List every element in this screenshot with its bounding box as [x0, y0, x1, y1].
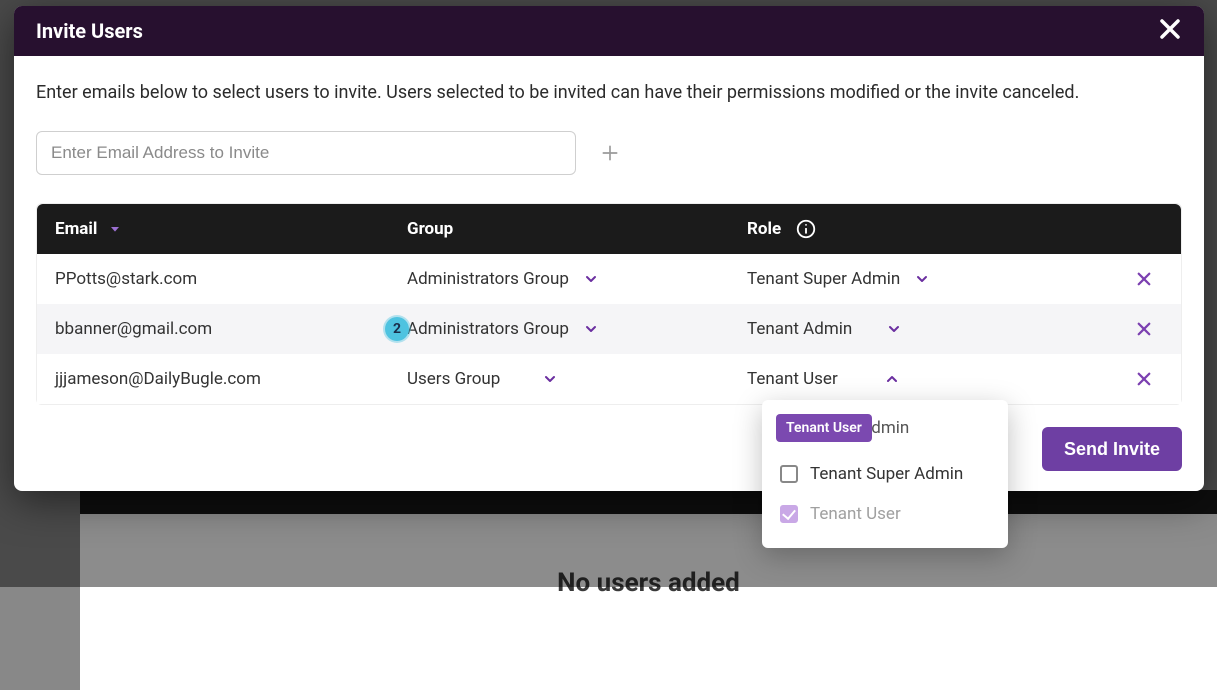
- header-group-label: Group: [407, 219, 453, 239]
- invite-table: Email Group Role: [36, 203, 1182, 405]
- header-group: Group: [407, 219, 747, 239]
- cell-email: PPotts@stark.com: [37, 269, 407, 289]
- cell-actions: [1107, 370, 1181, 388]
- send-invite-label: Send Invite: [1064, 439, 1160, 459]
- checkbox-icon: [780, 465, 798, 483]
- role-text: Tenant Admin: [747, 319, 852, 339]
- modal-intro-text: Enter emails below to select users to in…: [36, 82, 1182, 103]
- group-text: Administrators Group: [407, 319, 569, 339]
- close-icon[interactable]: [1158, 17, 1182, 45]
- group-text: Users Group: [407, 369, 500, 389]
- email-text: jjjameson@DailyBugle.com: [55, 369, 261, 389]
- role-text: Tenant Super Admin: [747, 269, 900, 289]
- table-header: Email Group Role: [37, 204, 1181, 254]
- cell-group[interactable]: Administrators Group: [407, 269, 747, 289]
- checkbox-checked-icon: [780, 505, 798, 523]
- header-role: Role: [747, 218, 1107, 240]
- email-input-row: [36, 131, 1182, 175]
- modal-title: Invite Users: [36, 19, 143, 43]
- selected-role-chip[interactable]: Tenant User: [776, 414, 872, 442]
- add-email-button[interactable]: [600, 143, 620, 163]
- cell-email: bbanner@gmail.com: [37, 319, 407, 339]
- table-row: PPotts@stark.com Administrators Group Te…: [37, 254, 1181, 304]
- chevron-down-icon: [583, 321, 599, 337]
- role-dropdown[interactable]: Tenant Admin Tenant User Tenant Super Ad…: [762, 400, 1008, 548]
- chevron-down-icon: [886, 321, 902, 337]
- cell-role[interactable]: Tenant Admin: [747, 319, 1107, 339]
- remove-row-button[interactable]: [1135, 370, 1153, 388]
- cell-email: jjjameson@DailyBugle.com: [37, 369, 407, 389]
- header-role-label: Role: [747, 219, 781, 239]
- cell-actions: [1107, 320, 1181, 338]
- remove-row-button[interactable]: [1135, 270, 1153, 288]
- cell-group[interactable]: Users Group: [407, 369, 747, 389]
- group-count-badge: 2: [385, 317, 409, 341]
- role-text: Tenant User: [747, 369, 838, 389]
- info-icon[interactable]: [795, 218, 817, 240]
- email-input[interactable]: [36, 131, 576, 175]
- cell-actions: [1107, 270, 1181, 288]
- email-text: bbanner@gmail.com: [55, 319, 212, 339]
- table-row: 2 bbanner@gmail.com Administrators Group…: [37, 304, 1181, 354]
- invite-users-modal: Invite Users Enter emails below to selec…: [14, 6, 1204, 491]
- chevron-down-icon: [914, 271, 930, 287]
- modal-body: Enter emails below to select users to in…: [14, 56, 1204, 491]
- chevron-up-icon: [884, 371, 900, 387]
- cell-role[interactable]: Tenant Super Admin: [747, 269, 1107, 289]
- email-text: PPotts@stark.com: [55, 269, 197, 289]
- remove-row-button[interactable]: [1135, 320, 1153, 338]
- modal-footer: Send Invite: [36, 405, 1182, 471]
- group-text: Administrators Group: [407, 269, 569, 289]
- chevron-down-icon: [583, 271, 599, 287]
- dropdown-option[interactable]: Tenant Super Admin: [776, 454, 994, 494]
- sort-desc-icon: [107, 221, 123, 237]
- send-invite-button[interactable]: Send Invite: [1042, 427, 1182, 471]
- dropdown-option[interactable]: Tenant User: [776, 494, 994, 534]
- dropdown-option-label: Tenant Super Admin: [810, 464, 963, 484]
- table-row: jjjameson@DailyBugle.com Users Group Ten…: [37, 354, 1181, 404]
- header-email-label: Email: [55, 219, 97, 239]
- cell-group[interactable]: Administrators Group: [407, 319, 747, 339]
- modal-header: Invite Users: [14, 6, 1204, 56]
- cell-role[interactable]: Tenant User: [747, 369, 1107, 389]
- dropdown-option-label: Tenant User: [810, 504, 901, 524]
- chevron-down-icon: [542, 371, 558, 387]
- header-email[interactable]: Email: [37, 219, 407, 239]
